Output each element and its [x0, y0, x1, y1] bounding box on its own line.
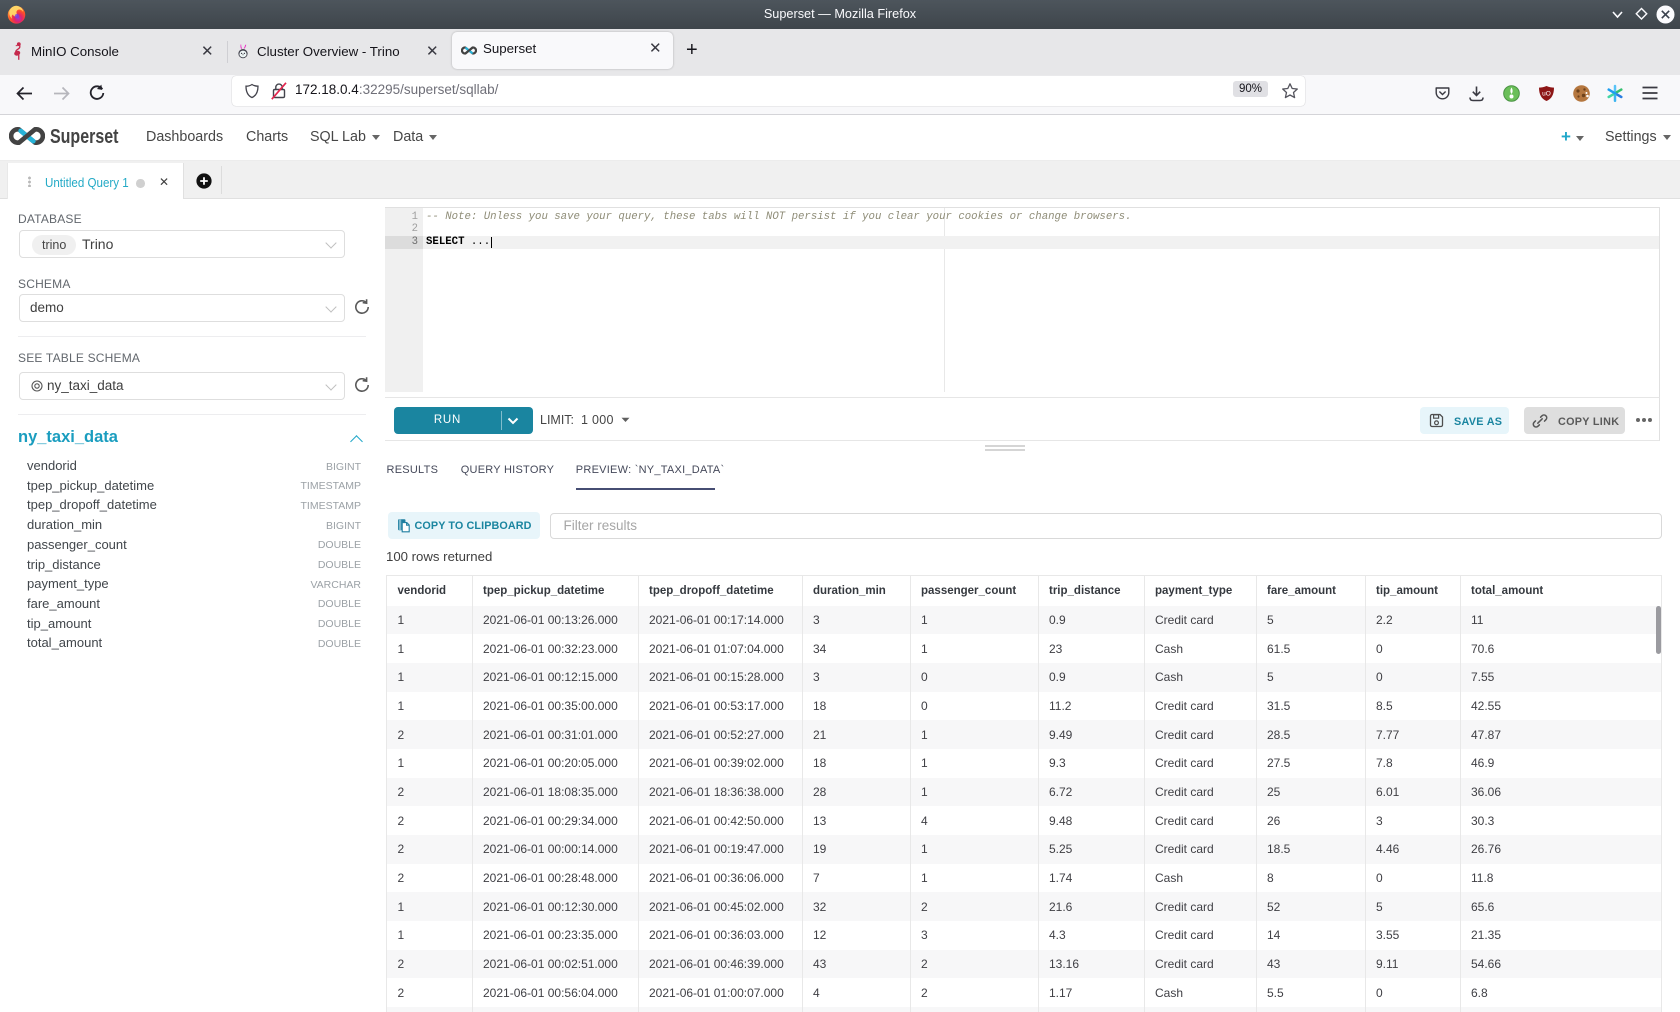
svg-text:uO: uO [1542, 91, 1551, 98]
